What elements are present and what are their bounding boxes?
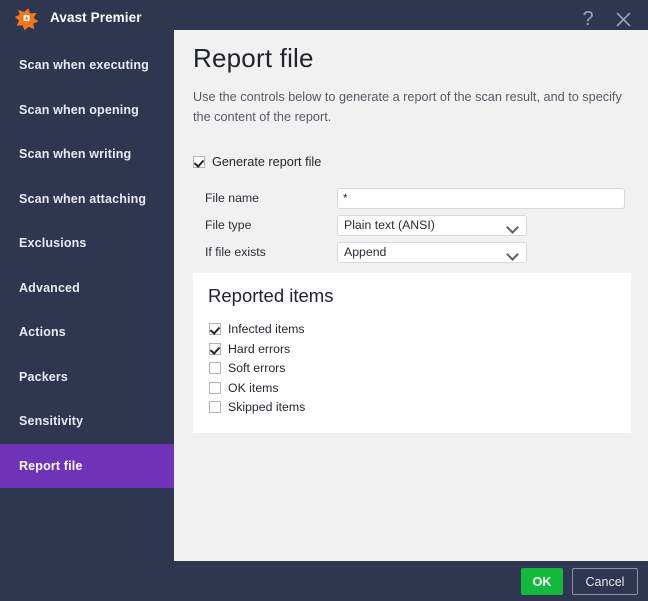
generate-report-file-checkbox[interactable]	[193, 156, 205, 168]
field-row-if-file-exists: If file existsAppend	[205, 241, 527, 263]
file-type-select[interactable]: Plain text (ANSI)	[337, 215, 527, 236]
checkbox-ok-items[interactable]	[209, 382, 221, 394]
file-name-input[interactable]	[337, 188, 625, 209]
reported-item-label: OK items	[228, 381, 279, 395]
chevron-down-icon	[506, 221, 519, 234]
close-icon[interactable]	[610, 6, 636, 32]
sidebar-item-label: Scan when attaching	[0, 192, 146, 206]
sidebar-item-label: Sensitivity	[0, 414, 83, 428]
sidebar-item-sensitivity[interactable]: Sensitivity	[0, 399, 174, 443]
field-label-if-file-exists: If file exists	[205, 245, 337, 259]
field-row-file-type: File typePlain text (ANSI)	[205, 214, 527, 236]
sidebar-item-label: Scan when executing	[0, 58, 149, 72]
ok-button[interactable]: OK	[521, 568, 563, 595]
sidebar-item-actions[interactable]: Actions	[0, 310, 174, 354]
page-description: Use the controls below to generate a rep…	[193, 87, 631, 127]
sidebar-item-label: Report file	[0, 459, 82, 473]
sidebar-item-label: Advanced	[0, 281, 80, 295]
reported-item-label: Infected items	[228, 322, 305, 336]
page-title: Report file	[193, 43, 314, 74]
checkbox-skipped-items[interactable]	[209, 401, 221, 413]
checkbox-infected-items[interactable]	[209, 323, 221, 335]
checkbox-hard-errors[interactable]	[209, 343, 221, 355]
checkbox-soft-errors[interactable]	[209, 362, 221, 374]
cancel-button[interactable]: Cancel	[572, 568, 638, 595]
field-label-file-type: File type	[205, 218, 337, 232]
app-title: Avast Premier	[50, 10, 142, 25]
if-file-exists-select[interactable]: Append	[337, 242, 527, 263]
settings-content-panel: Report file Use the controls below to ge…	[174, 30, 648, 561]
sidebar-item-scan-when-attaching[interactable]: Scan when attaching	[0, 177, 174, 221]
reported-items-title: Reported items	[208, 285, 333, 307]
sidebar-item-label: Scan when opening	[0, 103, 139, 117]
sidebar-item-label: Scan when writing	[0, 147, 131, 161]
dialog-footer: OK Cancel	[0, 561, 648, 601]
file-type-selected-value: Plain text (ANSI)	[338, 218, 435, 232]
if-file-exists-selected-value: Append	[338, 245, 386, 259]
reported-item-hard-errors[interactable]: Hard errors	[209, 342, 290, 356]
reported-item-ok-items[interactable]: OK items	[209, 381, 279, 395]
reported-item-label: Skipped items	[228, 400, 305, 414]
help-icon[interactable]: ?	[575, 6, 601, 32]
reported-item-skipped-items[interactable]: Skipped items	[209, 400, 305, 414]
generate-report-file-label: Generate report file	[212, 155, 321, 169]
chevron-down-icon	[506, 248, 519, 261]
reported-item-soft-errors[interactable]: Soft errors	[209, 361, 285, 375]
reported-item-infected-items[interactable]: Infected items	[209, 322, 305, 336]
sidebar-item-label: Exclusions	[0, 236, 87, 250]
sidebar-item-scan-when-opening[interactable]: Scan when opening	[0, 88, 174, 132]
sidebar-item-label: Packers	[0, 370, 68, 384]
reported-items-panel: Reported items Infected items Hard errors…	[193, 273, 631, 433]
field-row-file-name: File name	[205, 187, 625, 209]
field-label-file-name: File name	[205, 191, 337, 205]
sidebar-item-report-file[interactable]: Report file	[0, 444, 174, 488]
generate-report-file-checkbox-row[interactable]: Generate report file	[193, 155, 321, 169]
sidebar-item-scan-when-executing[interactable]: Scan when executing	[0, 43, 174, 87]
reported-item-label: Soft errors	[228, 361, 285, 375]
sidebar-item-label: Actions	[0, 325, 66, 339]
sidebar-item-scan-when-writing[interactable]: Scan when writing	[0, 132, 174, 176]
reported-item-label: Hard errors	[228, 342, 290, 356]
sidebar-item-packers[interactable]: Packers	[0, 355, 174, 399]
sidebar-item-advanced[interactable]: Advanced	[0, 266, 174, 310]
sidebar-item-exclusions[interactable]: Exclusions	[0, 221, 174, 265]
sidebar-nav: Scan when executing Scan when opening Scan…	[0, 38, 174, 561]
avast-settings-window: Avast Premier ? Scan when executingScan …	[0, 0, 648, 601]
avast-logo-icon	[14, 7, 40, 31]
